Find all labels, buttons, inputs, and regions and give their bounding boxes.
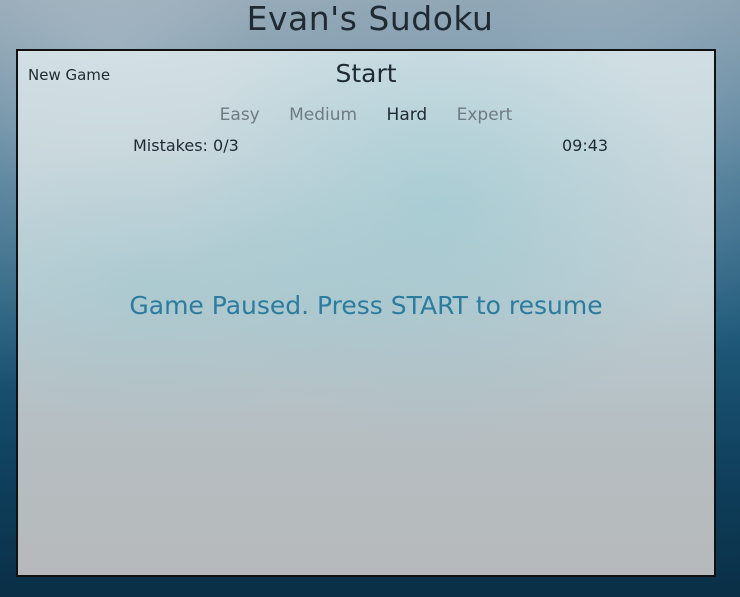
- difficulty-medium[interactable]: Medium: [289, 105, 357, 125]
- game-panel: New Game Start Easy Medium Hard Expert M…: [16, 49, 716, 577]
- difficulty-hard[interactable]: Hard: [387, 105, 428, 125]
- app-title: Evan's Sudoku: [246, 0, 494, 38]
- difficulty-selector: Easy Medium Hard Expert: [18, 105, 714, 125]
- start-button-row: Start: [18, 59, 714, 88]
- game-timer: 09:43: [562, 136, 609, 155]
- paused-message: Game Paused. Press START to resume: [129, 291, 603, 320]
- new-game-button[interactable]: New Game: [28, 66, 110, 84]
- start-button[interactable]: Start: [335, 59, 396, 88]
- difficulty-easy[interactable]: Easy: [220, 105, 260, 125]
- difficulty-expert[interactable]: Expert: [457, 105, 513, 125]
- mistakes-counter: Mistakes: 0/3: [133, 136, 239, 155]
